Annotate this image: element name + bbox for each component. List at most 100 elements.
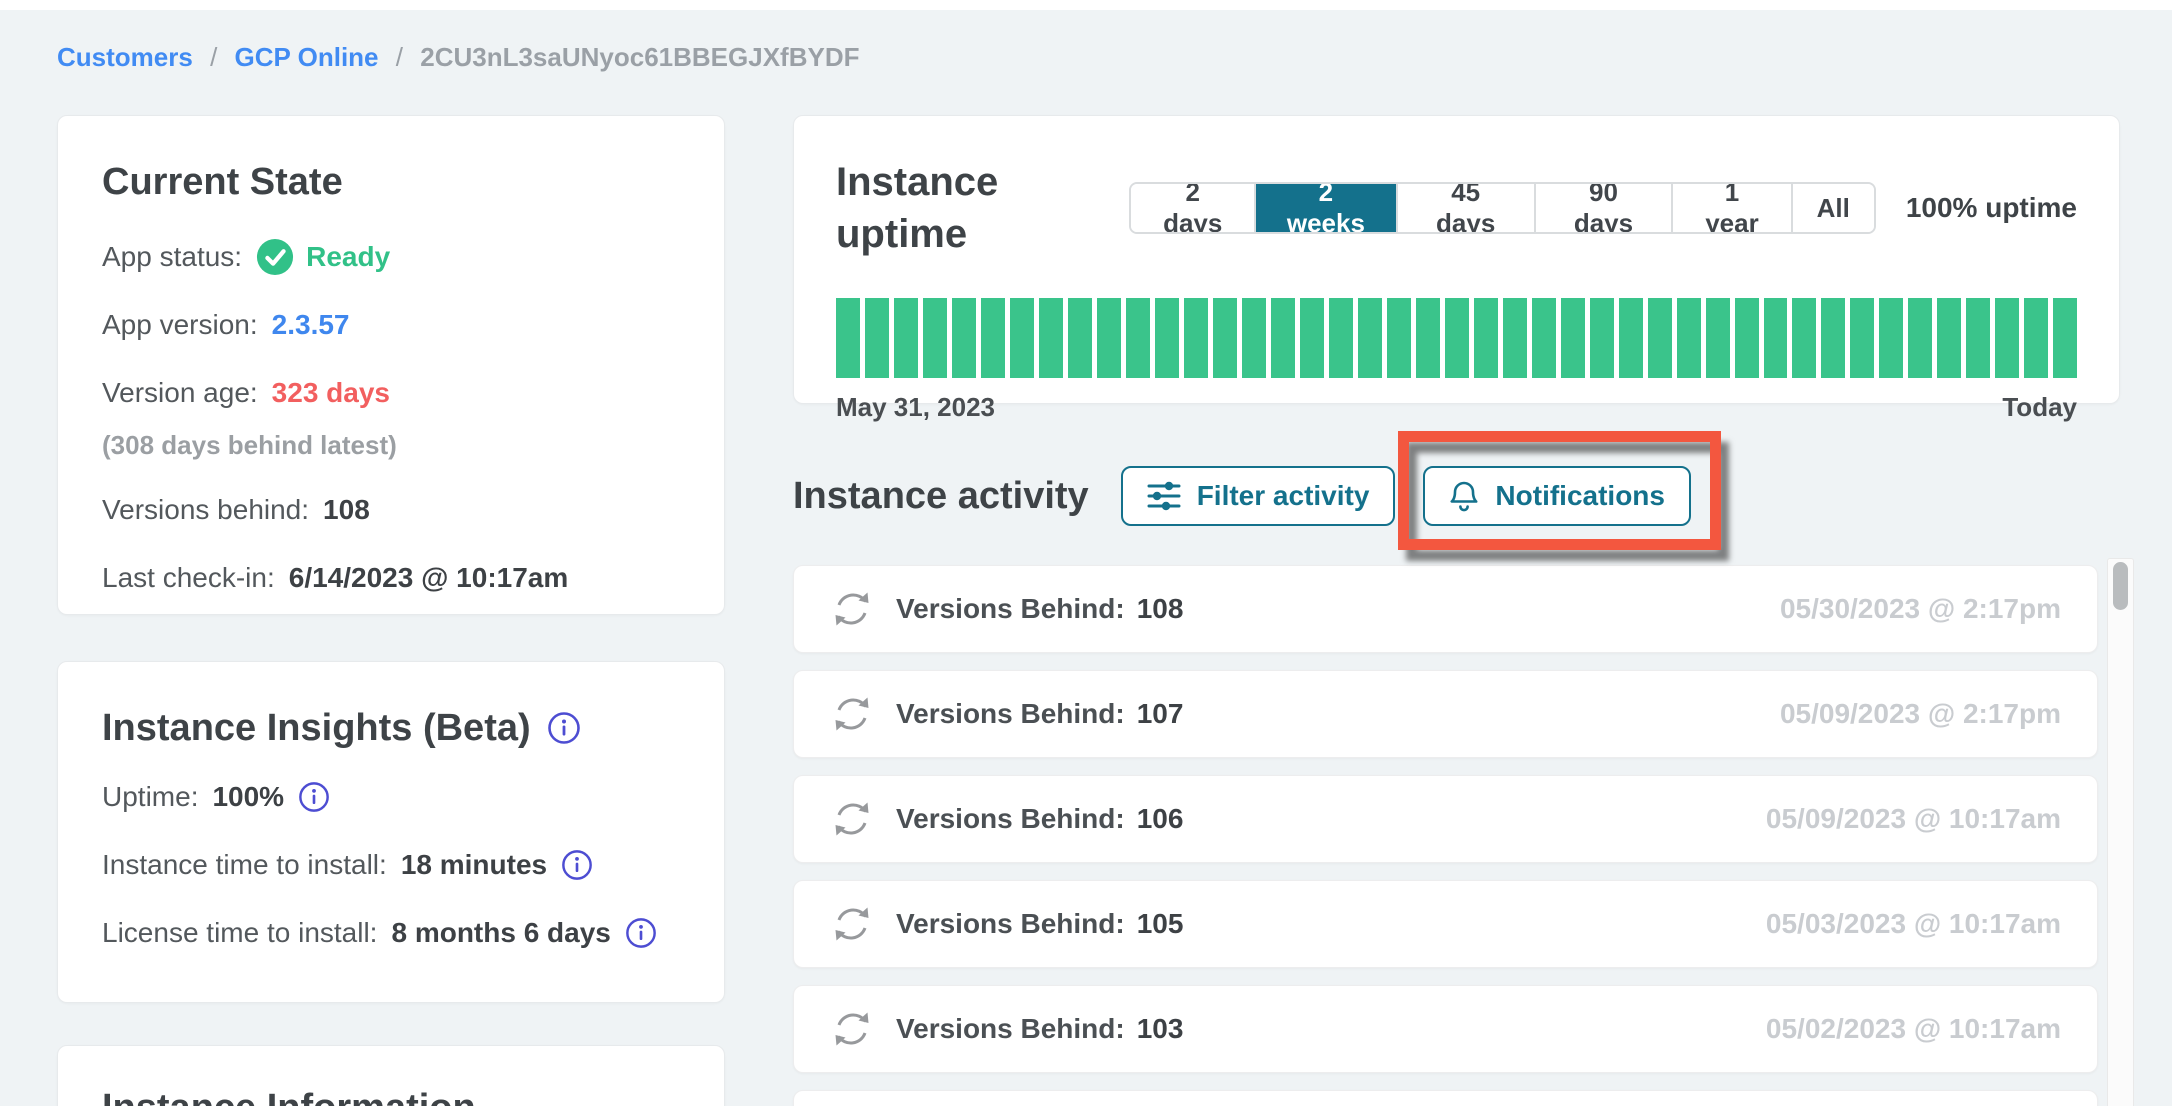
- activity-row-timestamp: 05/03/2023 @ 10:17am: [1766, 908, 2061, 940]
- instance-insights-card: Instance Insights (Beta) Uptime: 100%: [57, 661, 725, 1003]
- bell-icon: [1449, 479, 1479, 513]
- last-checkin-label: Last check-in:: [102, 562, 275, 594]
- activity-row[interactable]: Versions Behind: 106 05/09/2023 @ 10:17a…: [793, 775, 2098, 863]
- uptime-bar: [1879, 298, 1903, 378]
- uptime-bar: [1068, 298, 1092, 378]
- current-state-title: Current State: [102, 156, 680, 208]
- activity-header: Instance activity: [793, 466, 2120, 526]
- notifications-label: Notifications: [1495, 480, 1665, 512]
- versions-behind-value: 108: [323, 494, 370, 526]
- activity-row-value: 107: [1137, 698, 1184, 730]
- uptime-bar: [1966, 298, 1990, 378]
- uptime-bar: [836, 298, 860, 378]
- breadcrumb-link-customer-name[interactable]: GCP Online: [235, 42, 379, 72]
- activity-row-label: Versions Behind:: [896, 803, 1125, 835]
- app-status-row: App status: Ready: [102, 238, 680, 276]
- activity-row-timestamp: 05/09/2023 @ 2:17pm: [1780, 698, 2061, 730]
- uptime-bar: [1126, 298, 1150, 378]
- activity-title: Instance activity: [793, 466, 1089, 526]
- breadcrumb-separator: /: [396, 42, 403, 72]
- info-icon[interactable]: [298, 781, 330, 813]
- version-age-note: (308 days behind latest): [102, 430, 680, 461]
- sync-arrows-icon: [830, 902, 874, 946]
- instance-time-to-install-row: Instance time to install: 18 minutes: [102, 846, 680, 884]
- app-status-value: Ready: [306, 241, 390, 273]
- main-content: Current State App status: Ready App vers…: [0, 72, 2172, 1106]
- info-icon[interactable]: [561, 849, 593, 881]
- activity-row-value: 106: [1137, 803, 1184, 835]
- filter-sliders-icon: [1147, 481, 1181, 511]
- uptime-bar: [2024, 298, 2048, 378]
- uptime-range-2-weeks[interactable]: 2 weeks: [1256, 184, 1398, 232]
- instance-information-card: Instance Information: [57, 1045, 725, 1106]
- uptime-bar: [1155, 298, 1179, 378]
- filter-activity-button[interactable]: Filter activity: [1121, 466, 1396, 526]
- activity-scrollbar-thumb[interactable]: [2113, 562, 2128, 610]
- breadcrumb-separator: /: [210, 42, 217, 72]
- activity-row-timestamp: 05/30/2023 @ 2:17pm: [1780, 593, 2061, 625]
- uptime-bar: [1271, 298, 1295, 378]
- activity-row[interactable]: Versions Behind: 108 05/30/2023 @ 2:17pm: [793, 565, 2098, 653]
- breadcrumb-instance-id: 2CU3nL3saUNyoc61BBEGJXfBYDF: [420, 42, 859, 72]
- sync-arrows-icon: [830, 587, 874, 631]
- uptime-bar: [1764, 298, 1788, 378]
- top-bar: [0, 0, 2172, 10]
- sync-arrows-icon: [830, 692, 874, 736]
- chart-start-label: May 31, 2023: [836, 392, 995, 423]
- activity-row-value: 105: [1137, 908, 1184, 940]
- uptime-bar: [1677, 298, 1701, 378]
- left-column: Current State App status: Ready App vers…: [57, 115, 725, 1106]
- uptime-bar: [865, 298, 889, 378]
- instance-time-to-install-value: 18 minutes: [401, 849, 547, 881]
- uptime-bar: [923, 298, 947, 378]
- uptime-bar: [1329, 298, 1353, 378]
- last-checkin-value: 6/14/2023 @ 10:17am: [289, 562, 569, 594]
- activity-row-label: Versions Behind:: [896, 1013, 1125, 1045]
- versions-behind-row: Versions behind: 108: [102, 491, 680, 529]
- uptime-bar: [1387, 298, 1411, 378]
- uptime-controls: 2 days2 weeks45 days90 days1 yearAll 100…: [1129, 182, 2077, 234]
- uptime-bar: [952, 298, 976, 378]
- activity-row[interactable]: Versions Behind: 103 05/02/2023 @ 10:17a…: [793, 985, 2098, 1073]
- info-icon[interactable]: [547, 711, 581, 745]
- sync-arrows-icon: [830, 1007, 874, 1051]
- activity-row-timestamp: 05/02/2023 @ 10:17am: [1766, 1013, 2061, 1045]
- activity-scrollbar-track[interactable]: [2107, 558, 2134, 1106]
- right-column: Instance uptime 2 days2 weeks45 days90 d…: [793, 115, 2120, 1106]
- uptime-range-90-days[interactable]: 90 days: [1536, 184, 1674, 232]
- instance-information-title: Instance Information: [102, 1082, 680, 1106]
- uptime-range-1-year[interactable]: 1 year: [1673, 184, 1792, 232]
- uptime-bar: [981, 298, 1005, 378]
- uptime-bar: [1097, 298, 1121, 378]
- uptime-bar: [1300, 298, 1324, 378]
- activity-row-label: Versions Behind:: [896, 698, 1125, 730]
- uptime-label: Uptime:: [102, 781, 198, 813]
- uptime-bar: [1532, 298, 1556, 378]
- app-version-value[interactable]: 2.3.57: [272, 309, 350, 341]
- uptime-row: Uptime: 100%: [102, 778, 680, 816]
- notifications-button[interactable]: Notifications: [1423, 466, 1691, 526]
- uptime-range-45-days[interactable]: 45 days: [1398, 184, 1536, 232]
- uptime-bar: [1648, 298, 1672, 378]
- uptime-bar: [1850, 298, 1874, 378]
- activity-row-partial[interactable]: [793, 1090, 2098, 1106]
- uptime-bar: [1735, 298, 1759, 378]
- uptime-value: 100%: [212, 781, 284, 813]
- uptime-bar: [1010, 298, 1034, 378]
- activity-row-value: 103: [1137, 1013, 1184, 1045]
- activity-list: Versions Behind: 108 05/30/2023 @ 2:17pm…: [793, 565, 2098, 1106]
- uptime-bar: [1039, 298, 1063, 378]
- versions-behind-label: Versions behind:: [102, 494, 309, 526]
- version-age-value: 323 days: [272, 377, 390, 409]
- app-version-label: App version:: [102, 309, 258, 341]
- uptime-bar: [1590, 298, 1614, 378]
- notifications-button-wrap: Notifications: [1423, 466, 1691, 526]
- activity-row[interactable]: Versions Behind: 105 05/03/2023 @ 10:17a…: [793, 880, 2098, 968]
- breadcrumb-link-customers[interactable]: Customers: [57, 42, 193, 72]
- uptime-range-2-days[interactable]: 2 days: [1131, 184, 1256, 232]
- uptime-bar: [1561, 298, 1585, 378]
- uptime-range-all[interactable]: All: [1793, 184, 1874, 232]
- info-icon[interactable]: [625, 917, 657, 949]
- uptime-chart-labels: May 31, 2023 Today: [836, 392, 2077, 423]
- activity-row[interactable]: Versions Behind: 107 05/09/2023 @ 2:17pm: [793, 670, 2098, 758]
